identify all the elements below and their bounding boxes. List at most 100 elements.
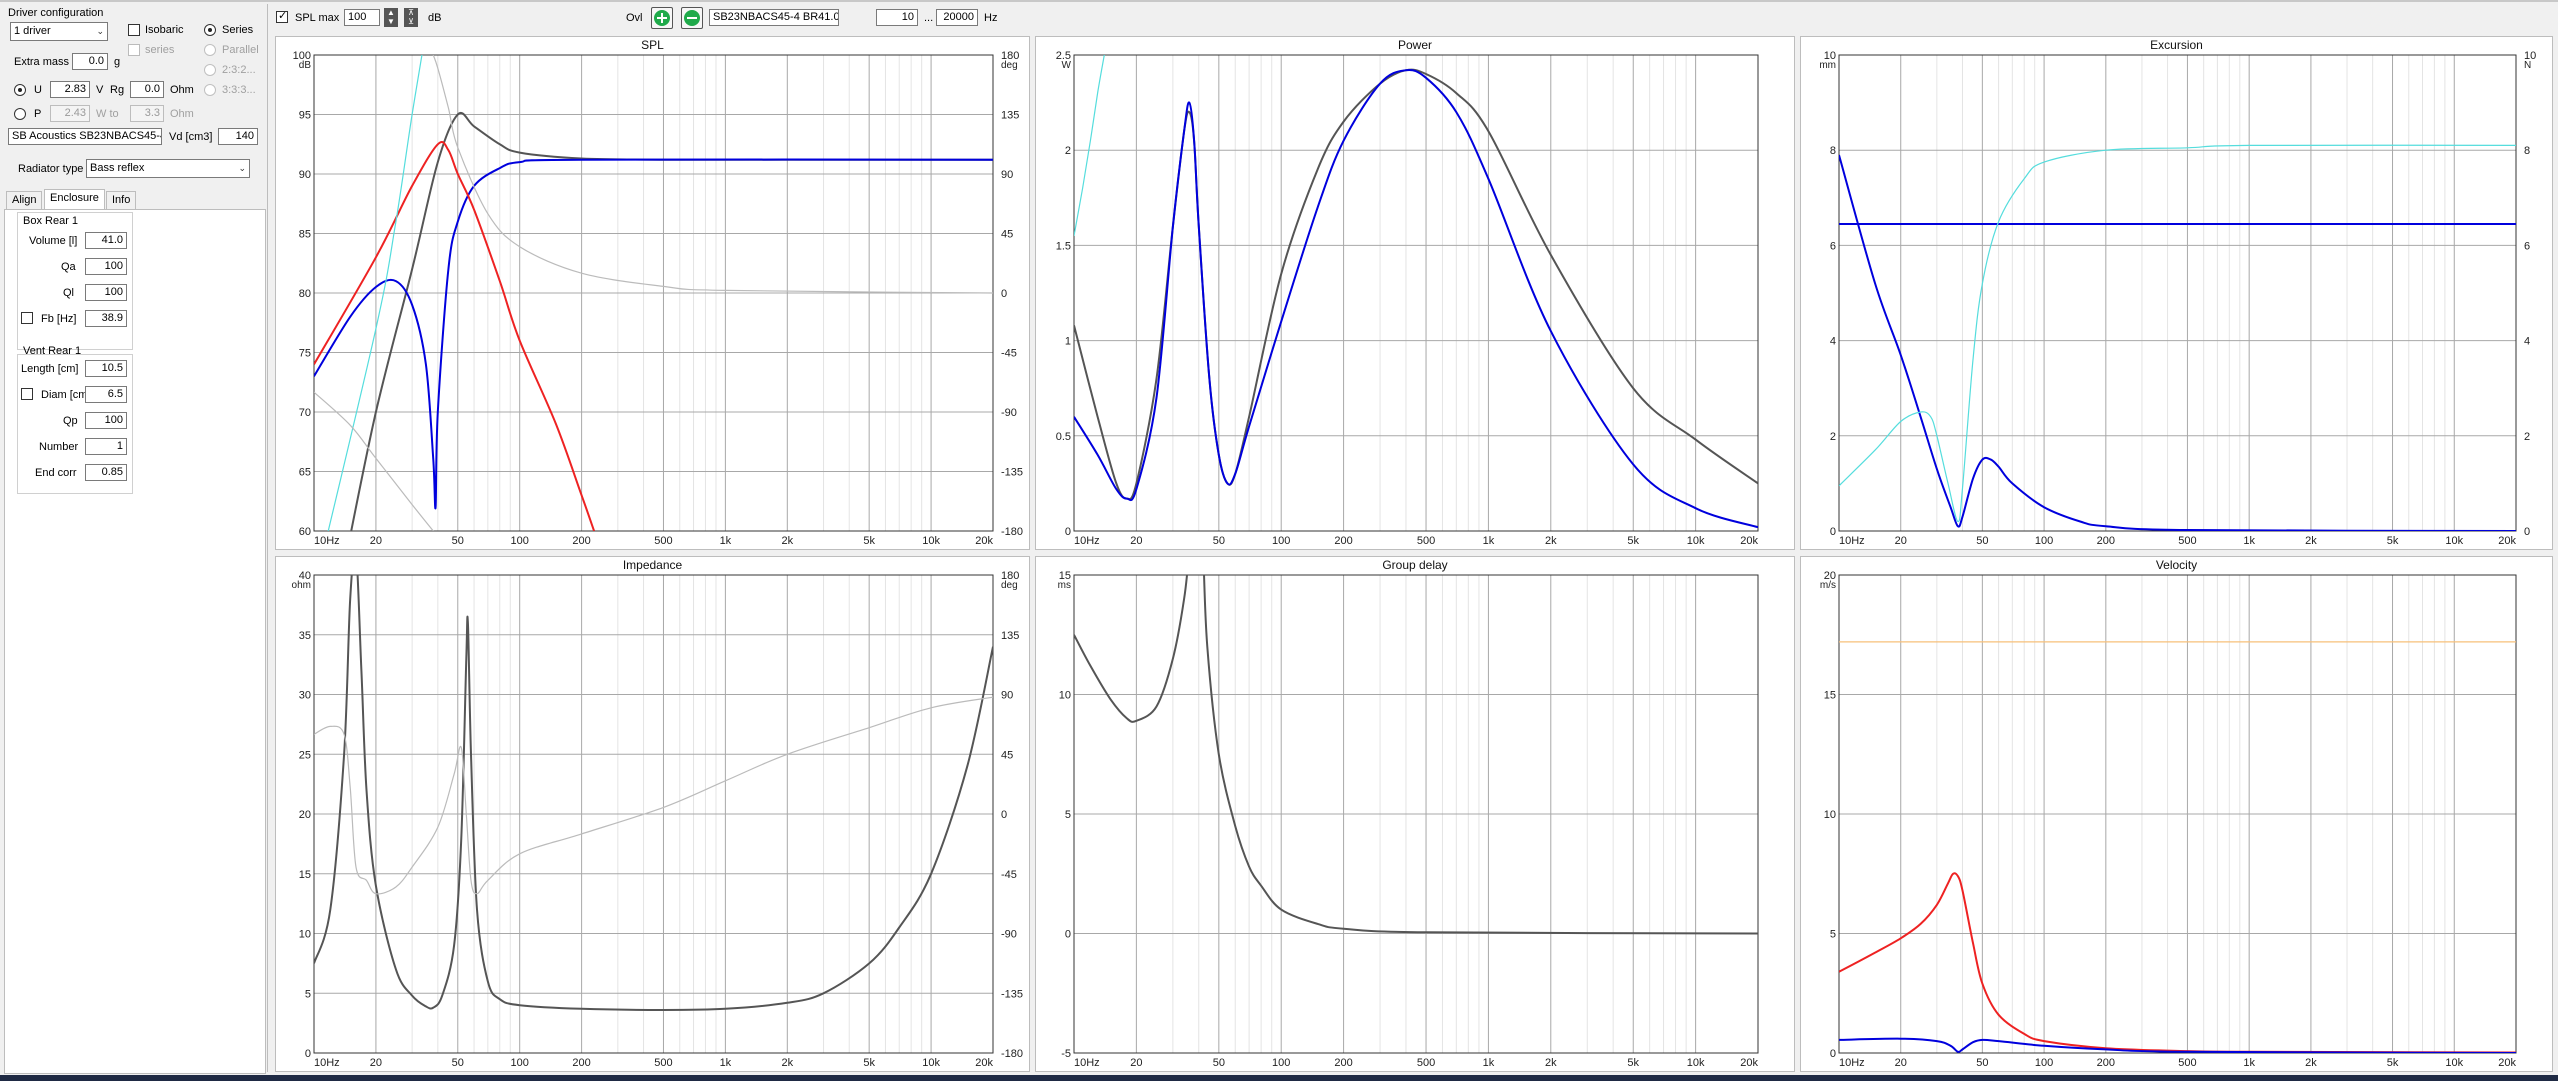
- y-tick-label: 4: [1830, 336, 1836, 348]
- parallel-radio[interactable]: [204, 44, 216, 56]
- tab-strip: Align Enclosure Info: [4, 189, 266, 209]
- chart-title: Impedance: [623, 558, 683, 572]
- driver-name-field[interactable]: SB Acoustics SB23NBACS45-4: [8, 128, 162, 145]
- plot-frame: [1838, 54, 2517, 532]
- x-tick-label: 1k: [720, 535, 732, 547]
- radiator-type-label: Radiator type: [18, 163, 84, 175]
- x-tick-label: 500: [1417, 1057, 1435, 1069]
- freq-to-input[interactable]: 20000: [936, 9, 978, 26]
- endcorr-input[interactable]: 0.85: [85, 464, 127, 481]
- y-tick-label: 6: [1830, 240, 1836, 252]
- radiator-type-select[interactable]: Bass reflex ⌄: [86, 159, 250, 178]
- fb-input[interactable]: 38.9: [85, 310, 127, 327]
- length-input[interactable]: 10.5: [85, 360, 127, 377]
- y-tick-label: 1.5: [1056, 240, 1071, 252]
- y2-tick-label: 135: [1001, 630, 1019, 642]
- spin-updown-icon[interactable]: ▲ ▼: [384, 8, 398, 27]
- vent-rear-title: Vent Rear 1: [23, 345, 82, 357]
- y-tick-label: 2: [1065, 145, 1071, 157]
- x-tick-label: 5k: [2387, 535, 2399, 547]
- y-tick-label: 20: [299, 809, 311, 821]
- x-tick-label: 10Hz: [314, 535, 340, 547]
- y2-unit-label: deg: [1001, 60, 1018, 71]
- x-tick-label: 50: [452, 1057, 464, 1069]
- freq-from-input[interactable]: 10: [876, 9, 918, 26]
- y2-tick-label: 4: [2524, 336, 2530, 348]
- u-radio[interactable]: [14, 84, 26, 96]
- driver-config-title: Driver configuration: [8, 7, 104, 19]
- extra-mass-unit: g: [114, 56, 121, 68]
- y2-tick-label: 0: [1001, 809, 1007, 821]
- y2-tick-label: -180: [1001, 1048, 1023, 1060]
- remove-overlay-button[interactable]: [681, 7, 703, 29]
- spl-max-input[interactable]: 100: [344, 9, 380, 26]
- fb-checkbox[interactable]: [21, 312, 33, 324]
- diam-input[interactable]: 6.5: [85, 386, 127, 403]
- x-tick-label: 500: [1417, 535, 1435, 547]
- y2-tick-label: 45: [1001, 749, 1013, 761]
- 232-radio[interactable]: [204, 64, 216, 76]
- extra-mass-input[interactable]: 0.0: [72, 53, 108, 70]
- volume-input[interactable]: 41.0: [85, 232, 127, 249]
- y-tick-label: 0: [1065, 929, 1071, 941]
- x-tick-label: 100: [511, 535, 529, 547]
- spin-range-icon[interactable]: ⊼ ⊻: [404, 8, 418, 27]
- u-input[interactable]: 2.83: [50, 81, 90, 98]
- y-tick-label: 70: [299, 407, 311, 419]
- x-tick-label: 50: [1976, 535, 1988, 547]
- velocity-chart: 10Hz 20 50 100 200 500 1k 2k 5k 10k 20k 20 15 10 5 0 m/s…: [1800, 556, 2553, 1072]
- qp-input[interactable]: 100: [85, 412, 127, 429]
- tab-align[interactable]: Align: [6, 191, 43, 209]
- series-sub-checkbox[interactable]: [128, 44, 140, 56]
- y2-tick-label: 135: [1001, 110, 1019, 122]
- x-tick-label: 5k: [1627, 1057, 1639, 1069]
- y2-tick-label: -135: [1001, 988, 1023, 1000]
- chart-title: Velocity: [2156, 558, 2197, 572]
- x-tick-label: 50: [452, 535, 464, 547]
- y2-tick-label: -45: [1001, 869, 1017, 881]
- x-tick-label: 500: [654, 1057, 672, 1069]
- vd-input[interactable]: 140: [218, 128, 258, 145]
- ql-input[interactable]: 100: [85, 284, 127, 301]
- chevron-down-icon: ⌄: [238, 163, 246, 173]
- isobaric-checkbox[interactable]: [128, 24, 140, 36]
- db-label: dB: [428, 12, 442, 24]
- number-input[interactable]: 1: [85, 438, 127, 455]
- series-radio[interactable]: [204, 24, 216, 36]
- driver-count-select[interactable]: 1 driver ⌄: [10, 22, 108, 41]
- y-tick-label: 15: [299, 869, 311, 881]
- x-tick-label: 20: [370, 535, 382, 547]
- y2-unit-label: N: [2524, 60, 2531, 71]
- p-radio[interactable]: [14, 108, 26, 120]
- y2-tick-label: 0: [2524, 526, 2530, 538]
- chart-title: SPL: [641, 38, 664, 52]
- spl-max-label: SPL max: [295, 12, 340, 24]
- x-tick-label: 500: [654, 535, 672, 547]
- 333-radio[interactable]: [204, 84, 216, 96]
- p-unit: W to: [96, 108, 119, 120]
- x-tick-label: 20: [1130, 535, 1142, 547]
- y-tick-label: 5: [1065, 809, 1071, 821]
- y-tick-label: 75: [299, 348, 311, 360]
- x-tick-label: 50: [1213, 535, 1225, 547]
- x-tick-label: 20: [1895, 1057, 1907, 1069]
- qa-input[interactable]: 100: [85, 258, 127, 275]
- y2-tick-label: 90: [1001, 169, 1013, 181]
- impedance-chart: 10Hz 20 50 100 200 500 1k 2k 5k 10k 20k 40 35 30 25 20 1…: [275, 556, 1030, 1072]
- project-name-field[interactable]: SB23NBACS45-4 BR41.0: [709, 9, 839, 26]
- diam-checkbox[interactable]: [21, 388, 33, 400]
- top-border: [0, 0, 2558, 2]
- spl-max-checkbox[interactable]: [276, 9, 288, 23]
- x-tick-label: 2k: [1545, 1057, 1557, 1069]
- rg-input[interactable]: 0.0: [130, 81, 164, 98]
- series-line: [350, 112, 993, 531]
- x-tick-label: 10k: [922, 1057, 940, 1069]
- tab-enclosure[interactable]: Enclosure: [44, 189, 105, 209]
- x-tick-label: 20k: [2498, 535, 2516, 547]
- p-input[interactable]: 2.43: [50, 105, 90, 122]
- tab-info[interactable]: Info: [106, 191, 137, 209]
- x-tick-label: 20k: [975, 535, 993, 547]
- add-overlay-button[interactable]: [651, 7, 673, 29]
- chart-title: Excursion: [2150, 38, 2203, 52]
- p-to-input[interactable]: 3.3: [130, 105, 164, 122]
